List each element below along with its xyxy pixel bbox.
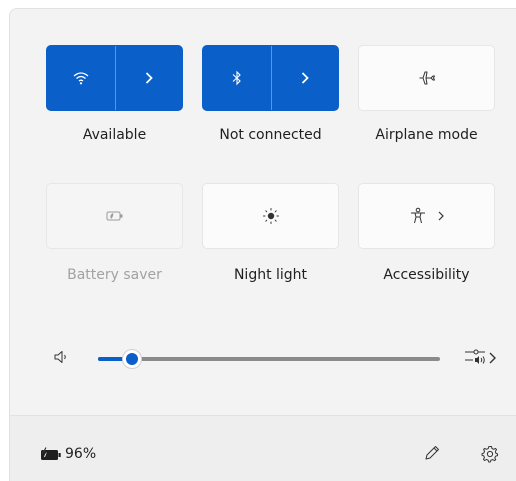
airplane-mode-tile[interactable] [358,45,495,111]
volume-slider-thumb[interactable] [122,349,143,369]
wifi-icon [73,71,89,85]
airplane-icon [418,70,436,86]
chevron-right-icon [144,71,154,85]
chevron-right-icon [437,210,445,222]
wifi-toggle[interactable] [47,46,115,110]
chevron-right-icon [300,71,310,85]
battery-saver-tile[interactable] [46,183,183,249]
bluetooth-label: Not connected [219,127,322,143]
bluetooth-toggle[interactable] [203,46,271,110]
battery-saver-label: Battery saver [67,267,162,283]
pencil-icon[interactable] [423,444,441,462]
volume-thumb-dot [126,353,139,365]
bluetooth-expand-button[interactable] [272,46,338,110]
wifi-label: Available [82,127,147,143]
quick-settings-panel: Available Not connected Airplane mode Ba… [9,8,516,481]
volume-slider[interactable] [98,349,440,369]
speaker-icon[interactable] [53,349,69,365]
accessibility-tile[interactable] [358,183,495,249]
night-light-tile[interactable] [202,183,339,249]
night-light-label: Night light [233,267,308,283]
wifi-expand-button[interactable] [116,46,182,110]
audio-output-icon[interactable] [463,347,499,367]
bluetooth-icon [231,70,243,86]
accessibility-label: Accessibility [383,267,470,283]
brightness-icon [262,207,280,225]
battery-charging-icon[interactable] [40,447,62,461]
footer-bar: 96% [10,415,516,481]
airplane-mode-label: Airplane mode [375,127,478,143]
battery-saver-icon [106,210,124,222]
bluetooth-tile[interactable] [202,45,339,111]
battery-percentage[interactable]: 96% [65,446,96,462]
gear-icon[interactable] [480,444,500,464]
accessibility-icon [409,207,427,225]
wifi-tile[interactable] [46,45,183,111]
